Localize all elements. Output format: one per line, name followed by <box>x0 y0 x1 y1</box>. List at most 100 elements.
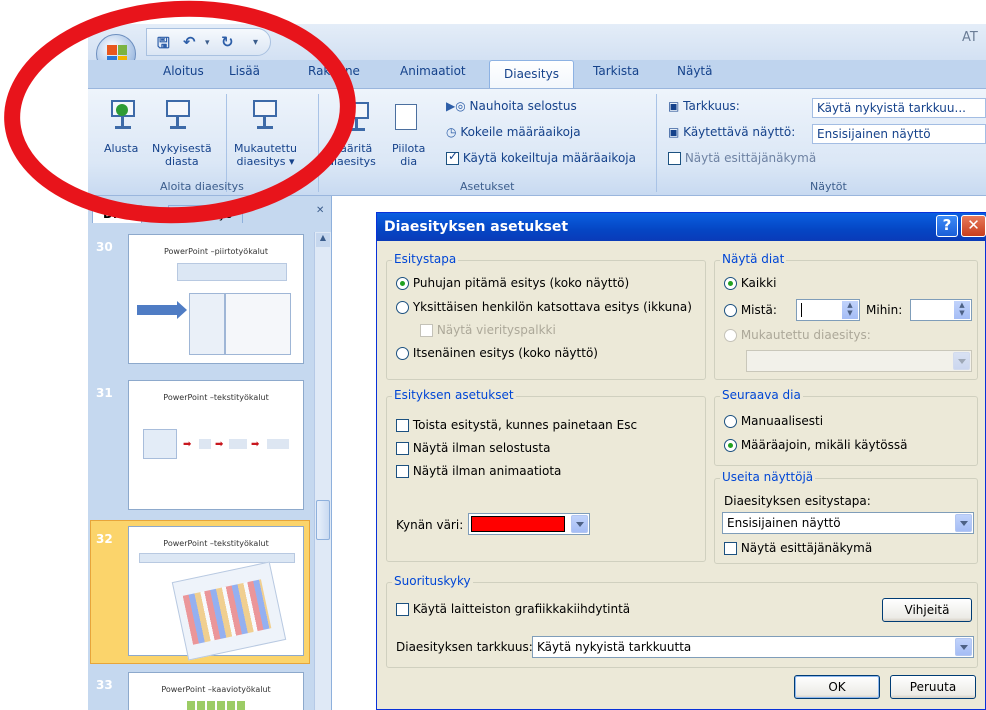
slide-number: 32 <box>96 532 113 546</box>
checkbox-icon <box>396 419 409 432</box>
piilota-dia-button[interactable]: Piilota dia <box>392 142 425 168</box>
radio-selected-icon <box>396 277 409 290</box>
peruuta-button[interactable]: Peruuta <box>890 675 976 699</box>
mihin-input[interactable]: ▲ ▼ <box>910 299 972 321</box>
mukautettu-combo[interactable] <box>746 350 972 372</box>
tab-lisaa[interactable]: Lisää <box>229 64 260 78</box>
radio-kaikki[interactable]: Kaikki <box>724 276 776 290</box>
maarita-diaesitys-button[interactable]: Määritä diaesitys <box>327 142 376 168</box>
checkbox-icon <box>396 603 409 616</box>
radio-yksittaisen[interactable]: Yksittäisen henkilön katsottava esitys (… <box>396 300 692 314</box>
scroll-thumb[interactable] <box>316 500 330 540</box>
checkbox-ilman-selostusta[interactable]: Näytä ilman selostusta <box>396 441 550 455</box>
close-icon: ✕ <box>967 216 980 234</box>
help-icon: ? <box>942 216 952 234</box>
tab-nayta[interactable]: Näytä <box>677 64 713 78</box>
legend-seuraava-dia: Seuraava dia <box>720 388 803 402</box>
naytto-combo[interactable]: Ensisijainen näyttö <box>722 512 974 534</box>
nykyisesta-diasta-button[interactable]: Nykyisestä diasta <box>152 142 212 168</box>
play-from-start-icon[interactable] <box>108 100 138 134</box>
monitor-icon: ▣ <box>668 99 680 113</box>
ok-button[interactable]: OK <box>794 675 880 699</box>
dropdown-arrow-icon: ▾ <box>288 155 295 168</box>
dropdown-arrow-icon[interactable]: ▾ <box>205 38 210 48</box>
kaytettava-naytto-combo[interactable]: Ensisijainen näyttö <box>812 124 986 144</box>
slide-thumbnail[interactable]: PowerPoint –kaaviotyökalut <box>128 672 304 710</box>
tab-rakenne[interactable]: Rakenne <box>308 64 360 78</box>
legend-nayta-diat: Näytä diat <box>720 252 787 266</box>
radio-mista[interactable]: Mistä: <box>724 303 777 317</box>
monitor-icon: ▣ <box>668 125 680 139</box>
tab-tarkista[interactable]: Tarkista <box>593 64 639 78</box>
setup-show-icon[interactable] <box>342 102 372 136</box>
redo-icon[interactable]: ↻ <box>221 33 234 51</box>
pen-color-swatch <box>471 516 565 532</box>
hide-slide-icon[interactable] <box>392 102 422 136</box>
checkbox-laitteisto[interactable]: Käytä laitteiston grafiikkakiihdytintä <box>396 602 630 616</box>
mihin-label: Mihin: <box>866 303 903 317</box>
group-separator <box>656 94 657 192</box>
checkbox-ilman-animaatiota[interactable]: Näytä ilman animaatiota <box>396 464 561 478</box>
tab-diat[interactable]: Diat <box>92 205 142 223</box>
kayta-maaraaikoja-checkbox[interactable]: ✓ Käytä kokeiltuja määräaikoja <box>446 149 636 165</box>
spinner-icon[interactable]: ▲ ▼ <box>842 301 858 319</box>
tab-aloitus[interactable]: Aloitus <box>163 64 204 78</box>
slide-number: 33 <box>96 678 113 692</box>
tarkkuus-combo[interactable]: Käytä nykyistä tarkkuu... <box>812 98 986 118</box>
radio-icon <box>724 304 737 317</box>
close-panel-icon[interactable]: ✕ <box>316 205 324 216</box>
checkbox-checked-icon: ✓ <box>446 149 459 165</box>
tarkkuus-combo[interactable]: Käytä nykyistä tarkkuutta <box>532 636 974 658</box>
radio-maaraajoin[interactable]: Määräajoin, mikäli käytössä <box>724 438 907 452</box>
alusta-button[interactable]: Alusta <box>104 142 138 155</box>
group-separator <box>318 94 319 192</box>
nauhoita-selostus-button[interactable]: ▶◎ Nauhoita selostus <box>446 100 577 113</box>
slide-thumbnail[interactable]: PowerPoint –piirtotyökalut <box>128 234 304 364</box>
checkbox-vierityspalkki[interactable]: Näytä vierityspalkki <box>420 323 556 337</box>
kaytettava-naytto-label: ▣ Käytettävä näyttö: <box>668 125 796 139</box>
save-icon[interactable]: 🖫 <box>157 33 170 58</box>
legend-suorituskyky: Suorituskyky <box>392 574 473 588</box>
customize-qat-icon[interactable]: ▾ <box>253 37 258 48</box>
checkbox-toista[interactable]: Toista esitystä, kunnes painetaan Esc <box>396 418 637 432</box>
tab-animaatiot[interactable]: Animaatiot <box>400 64 466 78</box>
vihjeita-button[interactable]: Vihjeitä <box>882 598 972 622</box>
custom-show-icon[interactable] <box>250 100 280 134</box>
nayta-esittajanakyma-checkbox[interactable]: Näytä esittäjänäkymä <box>668 152 816 165</box>
kokeile-maaraaikoja-button[interactable]: ◷ Kokeile määräaikoja <box>446 126 581 139</box>
undo-icon[interactable]: ↶ <box>183 33 196 51</box>
panel-scrollbar[interactable]: ▲ <box>314 232 331 710</box>
slide-thumbnail[interactable]: PowerPoint –tekstityökalut ➡ ➡ ➡ <box>128 380 304 510</box>
dialog-title: Diaesityksen asetukset <box>384 219 569 235</box>
tab-diaesitys[interactable]: Diaesitys <box>489 60 574 90</box>
tarkkuus-label: Diaesityksen tarkkuus: <box>396 640 533 654</box>
group-label-asetukset: Asetukset <box>460 180 515 193</box>
radio-itsenainen[interactable]: Itsenäinen esitys (koko näyttö) <box>396 346 598 360</box>
checkbox-icon <box>396 442 409 455</box>
timer-icon: ◷ <box>446 125 457 139</box>
window-title: AT <box>962 30 978 45</box>
group-label-aloita: Aloita diaesitys <box>160 180 244 193</box>
slide-thumbnail-selected[interactable]: PowerPoint –tekstityökalut <box>128 526 304 661</box>
checkbox-esittajanakyma[interactable]: Näytä esittäjänäkymä <box>724 541 872 555</box>
tab-jasennys[interactable]: Jäsennys <box>168 205 244 223</box>
radio-puhujan[interactable]: Puhujan pitämä esitys (koko näyttö) <box>396 276 629 290</box>
mista-input[interactable]: ▲ ▼ <box>796 299 860 321</box>
group-label-naytot: Näytöt <box>810 180 847 193</box>
close-button[interactable]: ✕ <box>961 215 986 237</box>
pen-color-picker[interactable] <box>468 513 590 535</box>
mukautettu-diaesitys-button[interactable]: Mukautettu diaesitys ▾ <box>234 142 297 168</box>
play-from-current-icon[interactable] <box>163 100 193 134</box>
checkbox-icon <box>420 324 433 337</box>
radio-mukautettu[interactable]: Mukautettu diaesitys: <box>724 328 871 342</box>
radio-manuaalisesti[interactable]: Manuaalisesti <box>724 414 823 428</box>
scroll-up-icon[interactable]: ▲ <box>316 233 330 247</box>
help-button[interactable]: ? <box>936 215 958 237</box>
slide-number: 31 <box>96 386 113 400</box>
checkbox-icon <box>724 542 737 555</box>
spinner-icon[interactable]: ▲ ▼ <box>954 301 970 319</box>
kynan-vari-label: Kynän väri: <box>396 518 464 532</box>
slide-number: 30 <box>96 240 113 254</box>
quick-access-toolbar: 🖫 ↶ ▾ ↻ ▾ <box>146 28 271 56</box>
tarkkuus-label: ▣ Tarkkuus: <box>668 99 740 113</box>
